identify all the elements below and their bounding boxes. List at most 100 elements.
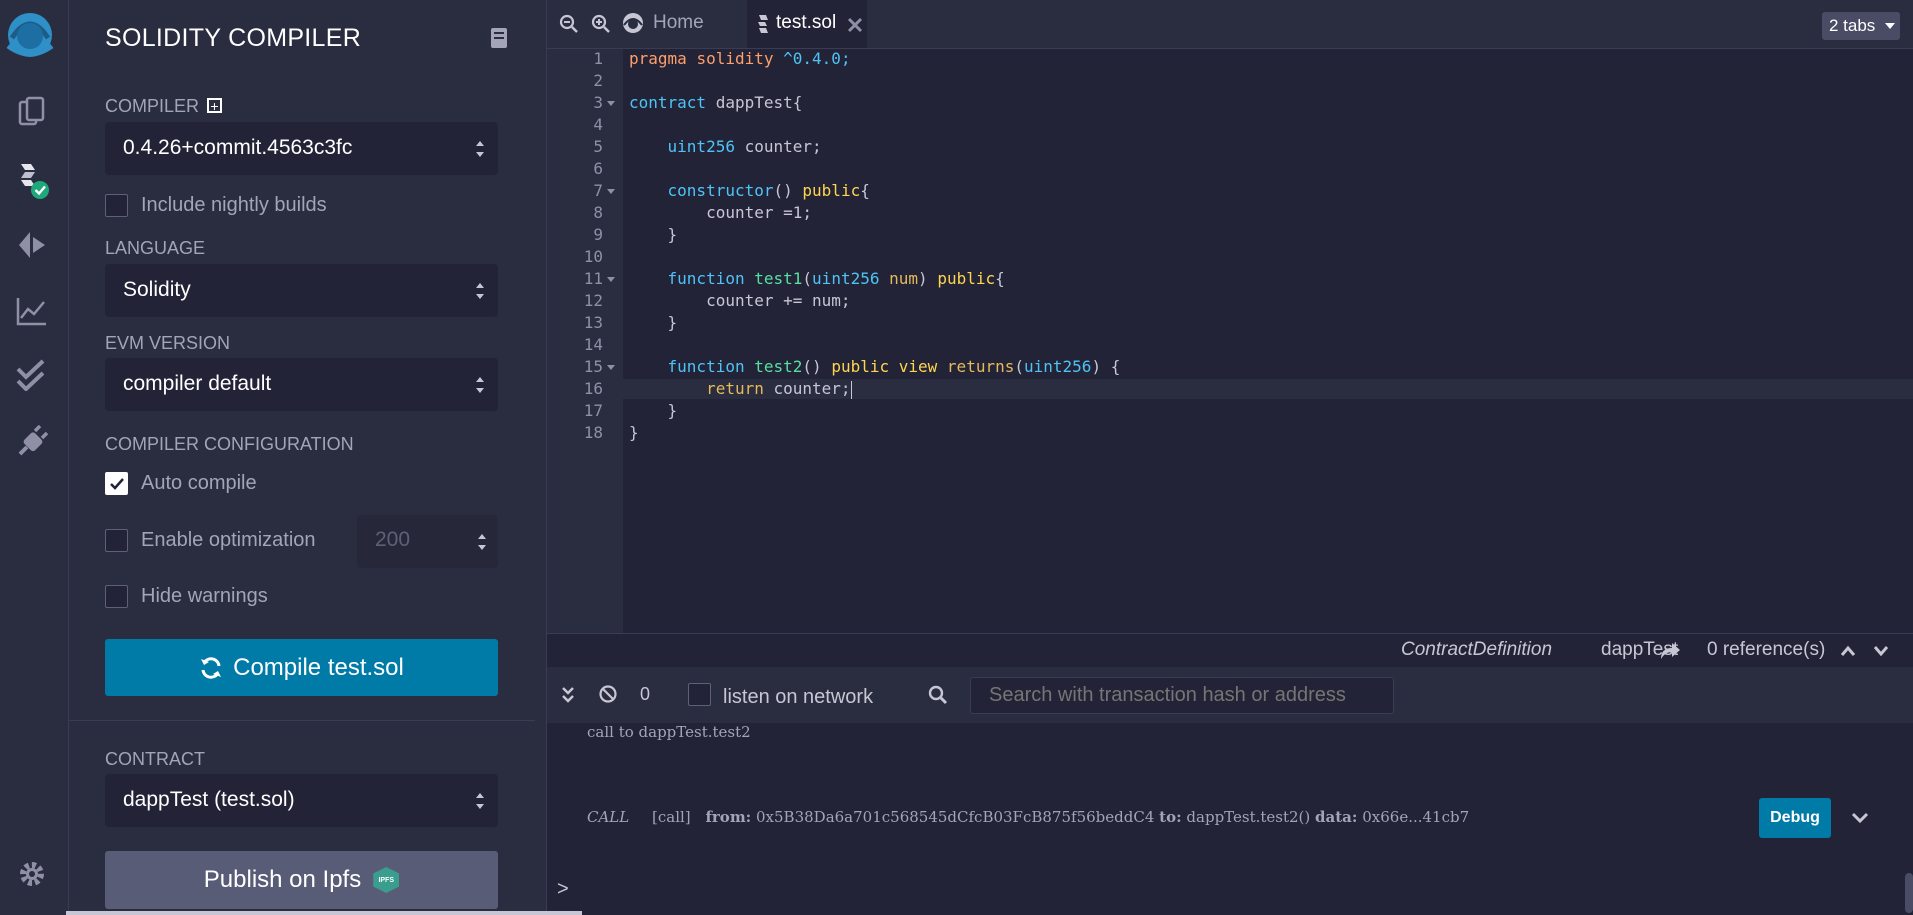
code-token: ^0.4.0; [783,49,851,68]
code-editor[interactable]: 1 2 3 4 5 6 7 8 9 10 11 12 13 14 15 16 17 18 pragma solid… [547,48,1913,633]
console-prompt[interactable]: > [557,878,569,901]
code-token: counter; [773,379,851,398]
line-number: 6 [547,159,1913,181]
contract-value: dappTest (test.sol) [123,788,295,811]
close-tab-icon[interactable] [847,17,863,33]
optimization-checkbox[interactable]: Enable optimization [105,529,316,552]
code-token: { [995,269,1005,288]
solidity-compiler-icon[interactable] [12,160,52,200]
language-value: Solidity [123,278,191,301]
chevron-up-icon[interactable] [1840,645,1856,657]
call-log-entry: CALL [call] from: 0x5B38Da6a701c568545dC… [587,808,1469,826]
tab-test-sol[interactable]: test.sol [747,0,867,48]
code-token: uint256 [1024,357,1092,376]
nightly-builds-label: Include nightly builds [141,194,327,216]
search-icon [928,685,948,705]
compiler-config-label: COMPILER CONFIGURATION [105,434,354,454]
compiler-version-select[interactable]: 0.4.26+commit.4563c3fc [105,122,498,175]
goto-definition-icon[interactable] [1659,642,1681,660]
optimization-runs-input[interactable]: 200 [357,515,498,568]
icon-panel [0,0,69,915]
line-number: 2 [547,71,1913,93]
clear-console-icon[interactable] [598,684,618,704]
code-token: function [667,269,745,288]
checkbox-box[interactable] [105,585,128,608]
checkbox-box[interactable] [105,472,128,495]
refresh-icon [201,656,222,679]
hide-warnings-checkbox[interactable]: Hide warnings [105,585,268,608]
auto-compile-label: Auto compile [141,472,257,494]
code-token: ( [1014,357,1024,376]
docs-book-icon[interactable] [491,28,507,48]
add-compiler-icon[interactable]: + [207,98,222,113]
code-token: uint256 [667,137,735,156]
testing-icon[interactable] [12,355,52,395]
code-token: () [773,181,793,200]
plugin-manager-icon[interactable] [12,422,52,462]
compiler-panel: SOLIDITY COMPILER COMPILER + 0.4.26+comm… [69,0,614,915]
call-kind: [call] [652,808,691,826]
listen-network-checkbox[interactable] [688,683,711,706]
line-number-text: 2 [593,71,603,90]
hide-warnings-label: Hide warnings [141,585,268,607]
code-line: contract dappTest{ [547,93,1913,115]
to-label: to: [1159,808,1182,826]
code-line: function test1(uint256 num) public{ [547,269,1913,291]
pending-tx-count: 0 [640,684,651,704]
code-token: } [629,423,639,442]
expand-log-icon[interactable] [1851,811,1869,825]
select-arrows-icon [476,283,484,299]
publish-ipfs-button[interactable]: Publish on Ipfs IPFS [105,851,498,909]
checkbox-box[interactable] [105,529,128,552]
nightly-builds-checkbox[interactable]: Include nightly builds [105,194,327,217]
code-line: uint256 counter; [547,137,1913,159]
code-token: } [667,401,678,420]
chevron-down-icon[interactable] [1873,645,1889,657]
code-token: ) { [1091,357,1121,376]
tab-file-label: test.sol [776,12,837,33]
code-token: public [937,269,996,288]
compile-button[interactable]: Compile test.sol [105,639,498,696]
terminal-scrollbar[interactable] [1905,873,1913,913]
tab-count-dropdown[interactable]: 2 tabs [1822,12,1900,40]
zoom-out-icon[interactable] [559,14,579,34]
language-select[interactable]: Solidity [105,264,498,317]
checkbox-box[interactable] [105,194,128,217]
definition-status-bar: ContractDefinition dappTest 0 reference(… [547,633,1913,667]
code-line: return counter; [547,379,1913,401]
compiler-label: COMPILER [105,96,200,116]
select-arrows-icon [476,141,484,157]
code-token: view [898,357,938,376]
contract-select[interactable]: dappTest (test.sol) [105,774,498,827]
tx-search-input[interactable] [970,677,1394,714]
evm-version-select[interactable]: compiler default [105,358,498,411]
terminal-output: call to dappTest.test2 CALL [call] from:… [547,723,1913,915]
settings-gear-icon[interactable] [12,854,52,894]
text-cursor [850,380,852,399]
call-tag: CALL [587,808,630,826]
tab-count-label: 2 tabs [1829,16,1876,35]
tab-home[interactable]: Home [621,0,741,48]
compiler-version-value: 0.4.26+commit.4563c3fc [123,136,353,159]
contract-label: CONTRACT [105,749,205,769]
select-arrows-icon [476,793,484,809]
code-line: function test2() public view returns(uin… [547,357,1913,379]
solidity-file-icon [758,15,768,33]
deploy-run-icon[interactable] [12,225,52,265]
remix-logo-icon[interactable] [2,10,58,60]
code-token: ) [918,269,928,288]
zoom-in-icon[interactable] [591,14,611,34]
analytics-icon[interactable] [12,291,52,331]
runs-value: 200 [375,528,411,551]
editor-tabs: Home test.sol 2 tabs [547,0,1913,48]
collapse-terminal-icon[interactable] [561,686,575,704]
auto-compile-checkbox[interactable]: Auto compile [105,472,257,495]
file-explorer-icon[interactable] [12,92,52,132]
code-token: } [667,225,678,244]
code-token: num [889,269,919,288]
debug-button[interactable]: Debug [1759,798,1831,838]
ipfs-badge-text: IPFS [378,876,394,884]
terminal-toolbar: 0 listen on network [547,667,1913,723]
data-label: data: [1315,808,1358,826]
definition-type: ContractDefinition [1401,639,1553,660]
